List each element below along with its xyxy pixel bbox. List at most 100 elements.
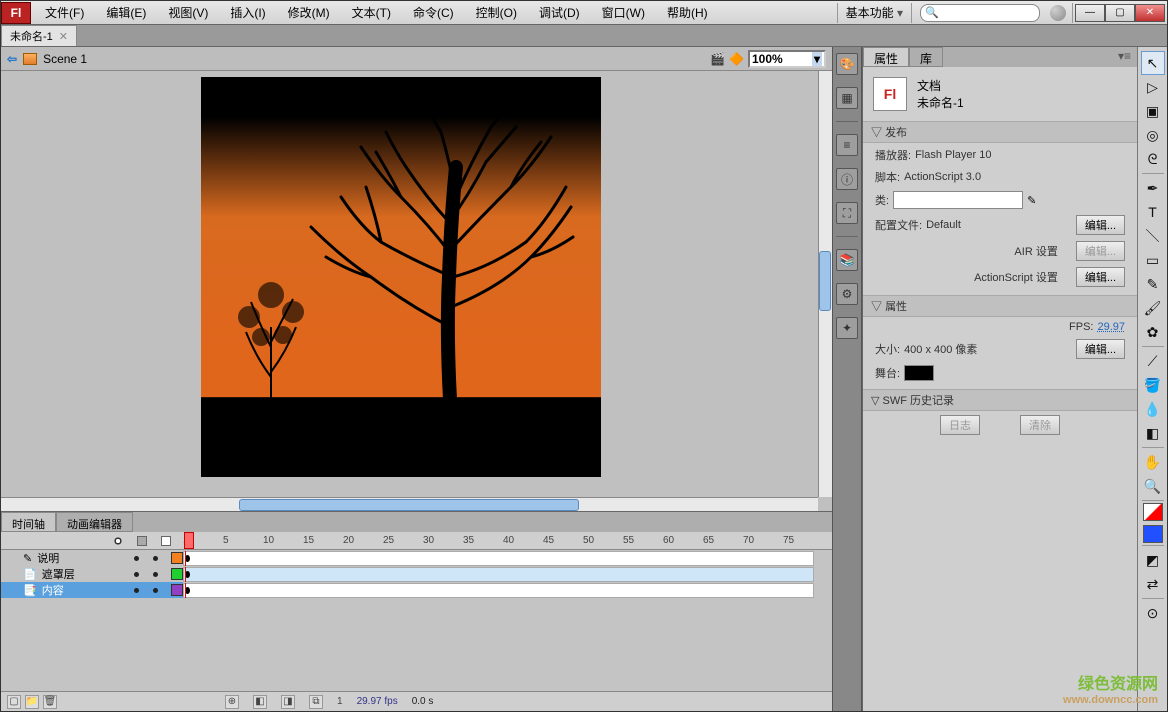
search-input[interactable]: 🔍 (920, 4, 1040, 22)
zoom-tool-icon[interactable]: 🔍 (1141, 474, 1165, 498)
section-history[interactable]: SWF 历史记录 (863, 389, 1137, 411)
color-panel-icon[interactable]: 🎨 (836, 53, 858, 75)
paint-bucket-tool-icon[interactable]: 🪣 (1141, 373, 1165, 397)
tab-library[interactable]: 库 (909, 47, 943, 67)
layer-row[interactable]: 📑 内容 (1, 582, 832, 598)
transform-panel-icon[interactable]: ⛶ (836, 202, 858, 224)
tab-motion-editor[interactable]: 动画编辑器 (56, 512, 133, 532)
menu-item[interactable]: 插入(I) (220, 4, 275, 21)
new-folder-button[interactable]: 📁 (25, 695, 39, 709)
cs-live-icon[interactable] (1050, 5, 1066, 21)
menu-item[interactable]: 窗口(W) (592, 4, 655, 21)
menu-item[interactable]: 视图(V) (158, 4, 218, 21)
stage-vscroll[interactable] (818, 71, 832, 497)
text-tool-icon[interactable]: T (1141, 200, 1165, 224)
fps-value[interactable]: 29.97 (1097, 321, 1125, 333)
bone-tool-icon[interactable]: ⟋ (1141, 349, 1165, 373)
ruler-tick: 5 (223, 535, 263, 546)
pen-tool-icon[interactable]: ✒ (1141, 176, 1165, 200)
stage-canvas[interactable] (201, 77, 601, 477)
black-white-icon[interactable]: ◩ (1141, 548, 1165, 572)
3d-rotation-tool-icon[interactable]: ◎ (1141, 123, 1165, 147)
motion-presets-panel-icon[interactable]: ✦ (836, 317, 858, 339)
library-panel-icon[interactable]: 📚 (836, 249, 858, 271)
new-layer-button[interactable]: ▢ (7, 695, 21, 709)
fill-color-swatch[interactable] (1143, 525, 1163, 543)
ruler-tick: 10 (263, 535, 303, 546)
ruler-tick: 60 (663, 535, 703, 546)
section-props[interactable]: 属性 (863, 295, 1137, 317)
document-tabs: 未命名-1 ✕ (1, 25, 1167, 47)
stroke-color-swatch[interactable] (1143, 503, 1163, 521)
close-tab-icon[interactable]: ✕ (59, 30, 68, 43)
edit-multiple-frames-icon[interactable]: ⧉ (309, 695, 323, 709)
frame-ruler[interactable]: 151015202530354045505560657075 (183, 532, 832, 549)
pencil-icon[interactable]: ✎ (1027, 194, 1036, 207)
document-tab[interactable]: 未命名-1 ✕ (1, 25, 77, 46)
zoom-combo[interactable]: 100% (748, 50, 826, 68)
subselection-tool-icon[interactable]: ▷ (1141, 75, 1165, 99)
edit-symbols-icon[interactable]: 🔶 (729, 52, 744, 66)
components-panel-icon[interactable]: ⚙ (836, 283, 858, 305)
layer-track[interactable] (183, 567, 814, 582)
swap-colors-icon[interactable]: ⇄ (1141, 572, 1165, 596)
guide-layer-icon: ✎ (23, 552, 32, 565)
rectangle-tool-icon[interactable]: ▭ (1141, 248, 1165, 272)
scene-back-icon[interactable]: ⇦ (7, 52, 17, 66)
close-button[interactable]: ✕ (1135, 4, 1165, 22)
maximize-button[interactable]: ▢ (1105, 4, 1135, 22)
hand-tool-icon[interactable]: ✋ (1141, 450, 1165, 474)
layer-row[interactable]: 📄 遮罩层 (1, 566, 832, 582)
center-frame-icon[interactable]: ⊕ (225, 695, 239, 709)
delete-layer-button[interactable]: 🗑 (43, 695, 57, 709)
canvas-artwork (201, 77, 601, 477)
align-panel-icon[interactable]: ≡ (836, 134, 858, 156)
swatches-panel-icon[interactable]: ▦ (836, 87, 858, 109)
lasso-tool-icon[interactable]: ᘓ (1141, 147, 1165, 171)
as-edit-button[interactable]: 编辑... (1076, 267, 1125, 287)
panel-menu-icon[interactable]: ▾≡ (1112, 47, 1137, 67)
lock-column-icon[interactable] (137, 536, 147, 546)
menu-item[interactable]: 命令(C) (403, 4, 464, 21)
section-publish[interactable]: 发布 (863, 121, 1137, 143)
profile-edit-button[interactable]: 编辑... (1076, 215, 1125, 235)
line-tool-icon[interactable]: ＼ (1141, 224, 1165, 248)
onion-skin-outline-icon[interactable]: ◨ (281, 695, 295, 709)
tab-timeline[interactable]: 时间轴 (1, 512, 56, 532)
scene-name: Scene 1 (43, 52, 87, 66)
class-input[interactable] (893, 191, 1023, 209)
playhead[interactable] (184, 532, 194, 549)
brush-tool-icon[interactable]: 🖌 (1141, 296, 1165, 320)
snap-icon[interactable]: ⊙ (1141, 601, 1165, 625)
stage-hscroll[interactable] (1, 497, 818, 511)
layer-track[interactable] (183, 551, 814, 566)
eraser-tool-icon[interactable]: ◧ (1141, 421, 1165, 445)
menu-item[interactable]: 控制(O) (466, 4, 527, 21)
menu-item[interactable]: 文本(T) (342, 4, 401, 21)
pencil-tool-icon[interactable]: ✎ (1141, 272, 1165, 296)
menu-item[interactable]: 文件(F) (35, 4, 94, 21)
properties-panel: 属性 库 ▾≡ Fl 文档 未命名-1 发布 播放器:Flash Player … (862, 47, 1137, 711)
fps-readout: 29.97 fps (357, 696, 398, 707)
layer-row[interactable]: ✎ 说明 (1, 550, 832, 566)
onion-skin-icon[interactable]: ◧ (253, 695, 267, 709)
outline-column-icon[interactable] (161, 536, 171, 546)
menu-item[interactable]: 调试(D) (529, 4, 590, 21)
stage-area[interactable] (1, 71, 832, 511)
menu-item[interactable]: 编辑(E) (96, 4, 156, 21)
stage-color-swatch[interactable] (904, 365, 934, 381)
layer-track[interactable] (183, 583, 814, 598)
edit-scene-icon[interactable]: 🎬 (710, 52, 725, 66)
deco-tool-icon[interactable]: ✿ (1141, 320, 1165, 344)
size-edit-button[interactable]: 编辑... (1076, 339, 1125, 359)
tab-properties[interactable]: 属性 (863, 47, 909, 67)
minimize-button[interactable]: — (1075, 4, 1105, 22)
visibility-column-icon[interactable] (113, 536, 123, 546)
selection-tool-icon[interactable]: ↖ (1141, 51, 1165, 75)
menu-item[interactable]: 帮助(H) (657, 4, 718, 21)
info-panel-icon[interactable]: ⓘ (836, 168, 858, 190)
workspace-combo[interactable]: 基本功能 (840, 4, 909, 21)
menu-item[interactable]: 修改(M) (278, 4, 340, 21)
free-transform-tool-icon[interactable]: ▣ (1141, 99, 1165, 123)
eyedropper-tool-icon[interactable]: 💧 (1141, 397, 1165, 421)
